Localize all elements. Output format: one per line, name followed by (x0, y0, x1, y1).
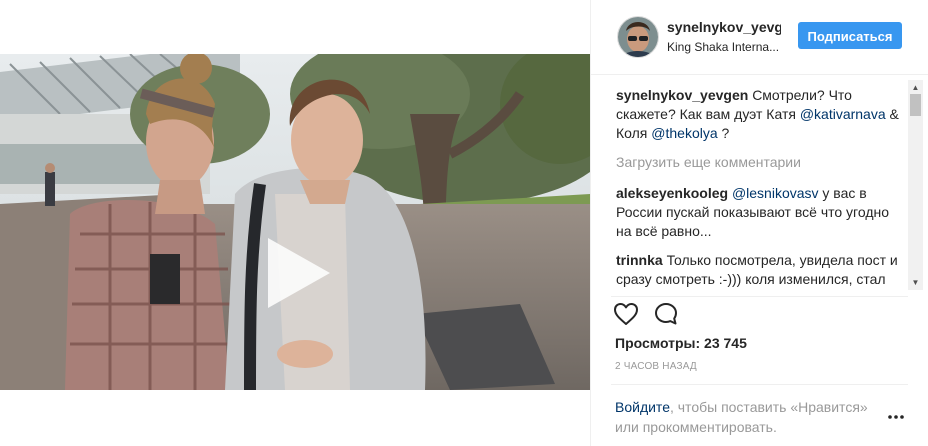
comment-mention[interactable]: @kativarnava (800, 106, 886, 122)
comment-username[interactable]: trinnka (616, 252, 663, 268)
login-prompt: Войдите, чтобы поставить «Нравится» или … (615, 397, 875, 437)
login-link[interactable]: Войдите (615, 399, 670, 415)
scroll-up-arrow-icon[interactable]: ▲ (908, 80, 923, 95)
scrollbar-thumb[interactable] (910, 94, 921, 116)
divider (611, 296, 908, 297)
divider (611, 384, 908, 385)
ellipsis-icon (888, 415, 904, 419)
comment-mention[interactable]: @thekolya (651, 125, 717, 141)
avatar[interactable] (617, 16, 659, 58)
play-button[interactable] (260, 238, 330, 308)
comment-text-part: ? (717, 125, 730, 141)
avatar-image (618, 17, 658, 57)
caption-comment: synelnykov_yevgen Смотрели? Что скажете?… (616, 86, 906, 143)
heart-outline-icon (614, 303, 638, 325)
comment-mention[interactable]: @lesnikovasv (732, 185, 819, 201)
video-frame (0, 54, 590, 390)
comments-scrollbar[interactable]: ▲ ▼ (908, 80, 923, 290)
speech-bubble-icon (655, 303, 677, 325)
post-timestamp[interactable]: 2 часов назад (615, 361, 697, 372)
more-options-button[interactable] (887, 410, 905, 422)
view-count: Просмотры: 23 745 (615, 335, 747, 351)
post-side-panel: synelnykov_yevgen King Shaka Interna... … (591, 0, 928, 446)
load-more-comments-link[interactable]: Загрузить еще комментарии (616, 153, 906, 172)
like-button[interactable] (613, 301, 639, 327)
comments-list: synelnykov_yevgen Смотрели? Что скажете?… (616, 86, 906, 288)
play-icon (268, 238, 330, 308)
instagram-post-modal: synelnykov_yevgen King Shaka Interna... … (0, 0, 928, 446)
follow-button[interactable]: Подписаться (798, 22, 902, 49)
media-panel (0, 0, 591, 446)
post-author-username[interactable]: synelnykov_yevgen (667, 19, 781, 35)
comment: alekseyenkooleg @lesnikovasv у вас в Рос… (616, 184, 906, 241)
scroll-down-arrow-icon[interactable]: ▼ (908, 275, 923, 290)
comment-button[interactable] (653, 301, 679, 327)
post-location[interactable]: King Shaka Interna... (667, 40, 779, 54)
comment-username[interactable]: alekseyenkooleg (616, 185, 728, 201)
post-header: synelnykov_yevgen King Shaka Interna... … (591, 0, 928, 75)
comment: trinnka Только посмотрела, увидела пост … (616, 251, 906, 288)
comment-username[interactable]: synelnykov_yevgen (616, 87, 748, 103)
video-player[interactable] (0, 54, 590, 390)
